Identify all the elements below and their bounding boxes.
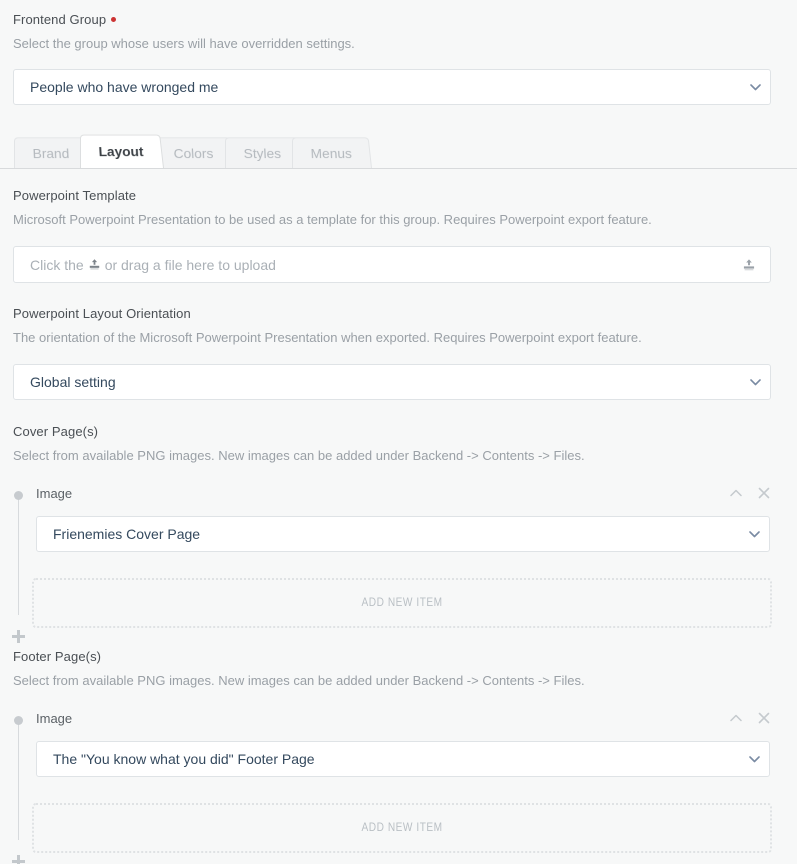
chevron-up-icon[interactable] xyxy=(729,711,743,725)
chevron-down-icon xyxy=(739,755,769,763)
layout-orientation-field: Powerpoint Layout Orientation The orient… xyxy=(0,306,797,400)
powerpoint-template-help: Microsoft Powerpoint Presentation to be … xyxy=(13,212,652,227)
cover-pages-help: Select from available PNG images. New im… xyxy=(13,448,585,463)
repeater-rail xyxy=(18,495,19,615)
layout-orientation-select[interactable]: Global setting xyxy=(13,364,771,400)
tab-label: Brand xyxy=(32,145,70,161)
footer-pages-add-new-item-button[interactable]: ADD NEW ITEM xyxy=(32,803,772,853)
upload-icon[interactable] xyxy=(88,258,101,271)
frontend-group-label-text: Frontend Group xyxy=(13,12,107,27)
plus-icon[interactable] xyxy=(9,853,28,864)
close-icon[interactable] xyxy=(757,711,771,725)
tab-label: Styles xyxy=(242,145,282,161)
tab-layout[interactable]: Layout xyxy=(80,134,165,168)
footer-page-image-select[interactable]: The "You know what you did" Footer Page xyxy=(36,741,770,777)
cover-pages-add-new-item-button[interactable]: ADD NEW ITEM xyxy=(32,578,772,628)
required-indicator-dot xyxy=(111,17,117,23)
settings-form-page: Frontend Group Select the group whose us… xyxy=(0,0,797,864)
upload-button-icon[interactable] xyxy=(742,258,756,272)
settings-tabs: Brand Layout Colors Styles Menus xyxy=(0,129,797,169)
frontend-group-label: Frontend Group xyxy=(0,12,797,28)
cover-pages-repeater: Image Frienemies Cover Page ADD NEW ITEM xyxy=(0,483,797,643)
upload-text-after: or drag a file here to upload xyxy=(104,256,276,273)
chevron-down-icon xyxy=(740,378,770,386)
powerpoint-template-upload-dropzone[interactable]: Click the or drag a file here to upload xyxy=(13,246,771,283)
frontend-group-field: Frontend Group Select the group whose us… xyxy=(0,12,797,105)
layout-orientation-select-value: Global setting xyxy=(30,374,116,390)
close-icon[interactable] xyxy=(757,486,771,500)
footer-page-image-select-value: The "You know what you did" Footer Page xyxy=(53,751,315,767)
add-new-item-label: ADD NEW ITEM xyxy=(361,597,443,609)
frontend-group-select-value: People who have wronged me xyxy=(30,79,219,95)
frontend-group-help: Select the group whose users will have o… xyxy=(13,36,355,51)
layout-orientation-label: Powerpoint Layout Orientation xyxy=(13,306,191,321)
drag-handle-dot-icon[interactable] xyxy=(14,491,23,500)
repeater-item-actions xyxy=(729,486,797,500)
repeater-rail xyxy=(18,720,19,840)
powerpoint-template-field: Powerpoint Template Microsoft Powerpoint… xyxy=(0,188,797,283)
layout-orientation-help: The orientation of the Microsoft Powerpo… xyxy=(13,330,642,345)
repeater-item-title: Image xyxy=(36,710,73,726)
footer-pages-label: Footer Page(s) xyxy=(13,649,102,664)
drag-handle-dot-icon[interactable] xyxy=(14,716,23,725)
tab-colors[interactable]: Colors xyxy=(155,137,234,168)
footer-pages-repeater: Image The "You know what you did" Footer… xyxy=(0,708,797,864)
tab-label: Layout xyxy=(98,143,145,160)
tab-styles[interactable]: Styles xyxy=(224,137,301,168)
chevron-up-icon[interactable] xyxy=(729,486,743,500)
chevron-down-icon xyxy=(740,83,770,91)
cover-page-image-select-value: Frienemies Cover Page xyxy=(53,526,201,542)
powerpoint-template-label: Powerpoint Template xyxy=(13,188,137,203)
cover-pages-section: Cover Page(s) Select from available PNG … xyxy=(0,424,797,643)
chevron-down-icon xyxy=(739,530,769,538)
repeater-item-header: Image xyxy=(0,483,797,503)
frontend-group-select[interactable]: People who have wronged me xyxy=(13,69,771,105)
footer-pages-section: Footer Page(s) Select from available PNG… xyxy=(0,649,797,864)
tab-label: Menus xyxy=(310,145,353,161)
tab-menus[interactable]: Menus xyxy=(291,137,372,168)
repeater-item-header: Image xyxy=(0,708,797,728)
footer-pages-help: Select from available PNG images. New im… xyxy=(13,673,585,688)
tabs-bottom-divider xyxy=(0,168,797,169)
upload-text-before: Click the xyxy=(30,256,84,273)
repeater-item-actions xyxy=(729,711,797,725)
tab-brand[interactable]: Brand xyxy=(14,137,90,168)
upload-placeholder: Click the or drag a file here to upload xyxy=(30,257,276,273)
plus-icon[interactable] xyxy=(9,628,28,647)
repeater-item-title: Image xyxy=(36,485,73,501)
tab-label: Colors xyxy=(173,145,214,161)
add-new-item-label: ADD NEW ITEM xyxy=(361,822,443,834)
cover-page-image-select[interactable]: Frienemies Cover Page xyxy=(36,516,770,552)
cover-pages-label: Cover Page(s) xyxy=(13,424,99,439)
